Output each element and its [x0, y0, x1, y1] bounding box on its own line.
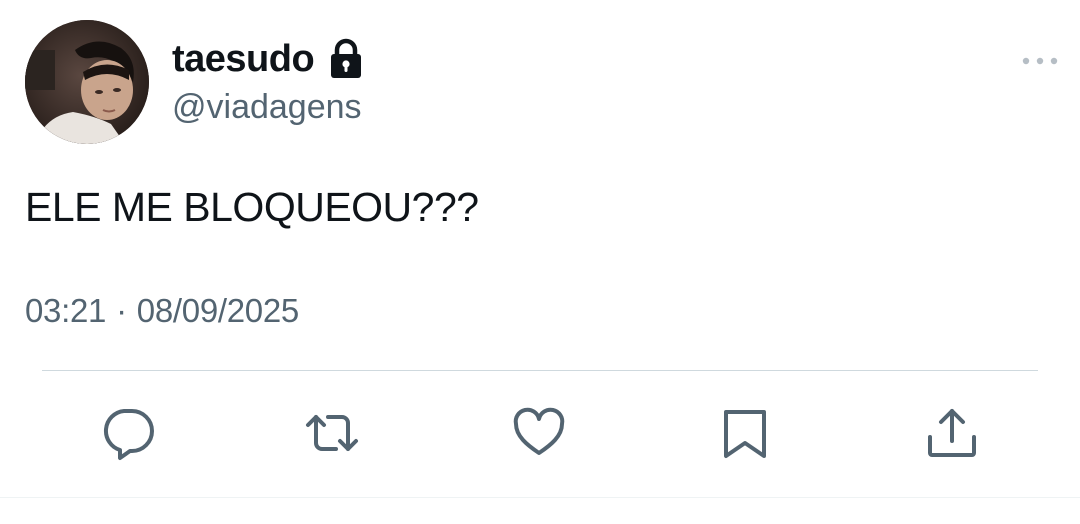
meta-separator: ·: [116, 292, 127, 329]
share-button[interactable]: [924, 405, 980, 461]
share-icon: [928, 409, 976, 457]
avatar-photo: [25, 20, 149, 144]
like-icon: [513, 407, 565, 455]
tweet-card: taesudo @viadagens ELE ME BLOQUEOU??? 03…: [0, 0, 1080, 524]
author-name-row: taesudo: [172, 34, 364, 84]
bookmark-icon: [724, 410, 766, 458]
divider: [42, 370, 1038, 371]
display-name[interactable]: taesudo: [172, 38, 315, 81]
tweet-text: ELE ME BLOQUEOU???: [25, 184, 479, 230]
retweet-icon: [306, 415, 358, 451]
tweet-time: 03:21: [25, 292, 107, 329]
bottom-divider: [0, 497, 1080, 498]
avatar[interactable]: [25, 20, 149, 144]
author-handle[interactable]: @viadagens: [172, 88, 362, 127]
action-bar: [0, 405, 1080, 465]
tweet-date: 08/09/2025: [136, 292, 299, 329]
bookmark-button[interactable]: [717, 405, 773, 461]
retweet-button[interactable]: [304, 405, 360, 461]
more-icon[interactable]: [1020, 52, 1060, 70]
lock-icon: [328, 38, 364, 80]
like-button[interactable]: [511, 405, 567, 461]
tweet-timestamp[interactable]: 03:21 · 08/09/2025: [25, 292, 299, 330]
reply-button[interactable]: [100, 405, 156, 461]
reply-icon: [103, 409, 154, 460]
